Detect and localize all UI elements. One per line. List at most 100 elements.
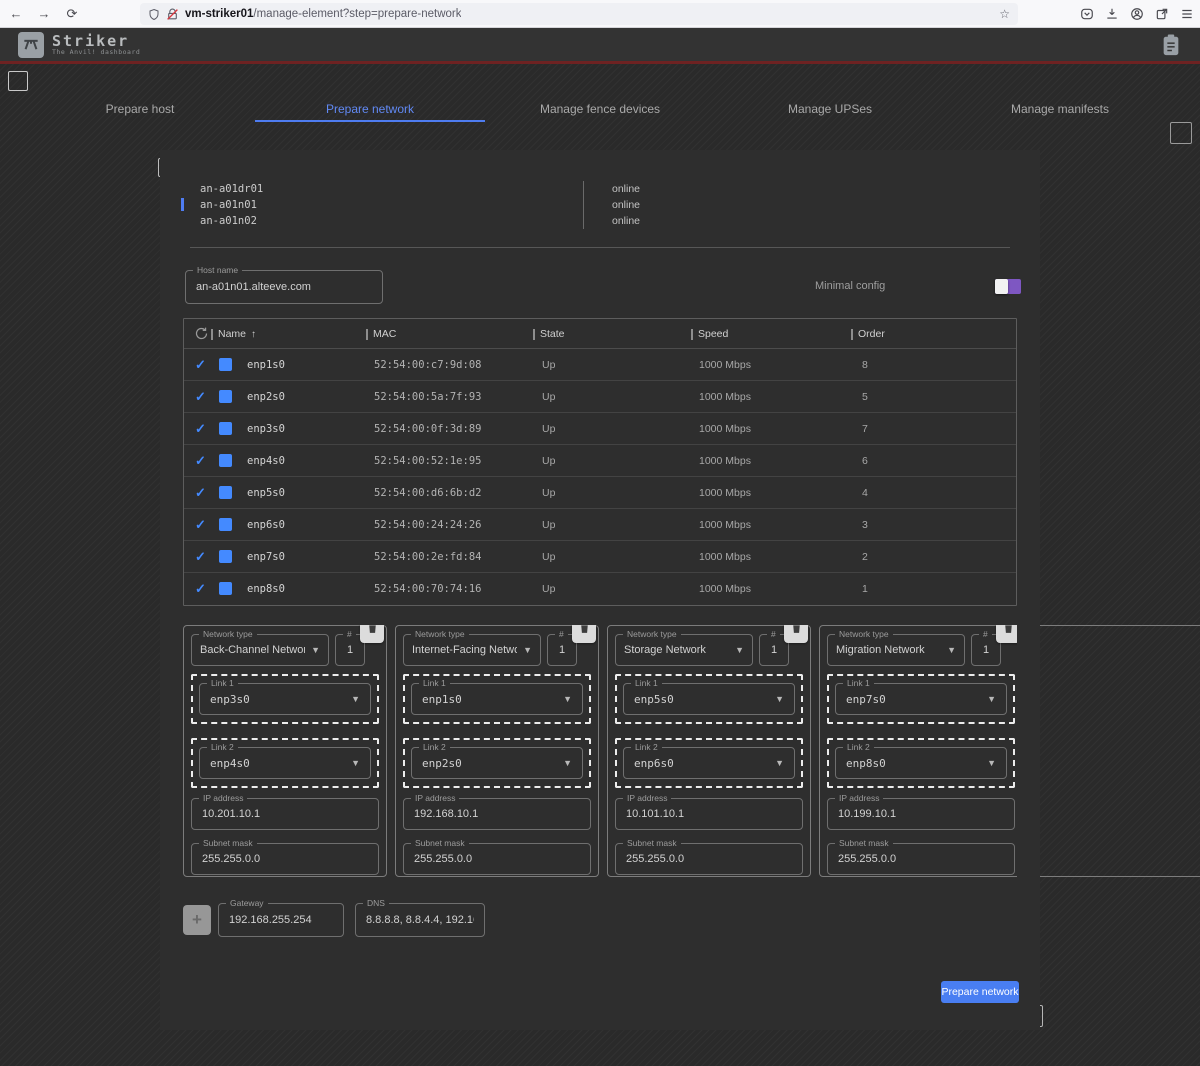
network-type-select[interactable]: Network type Internet-Facing Network ▼ [403,634,541,666]
network-card: Network type Migration Network ▼ # 1 [819,625,1023,877]
column-header-state[interactable]: State [540,328,565,340]
column-header-speed[interactable]: Speed [698,328,728,340]
url-bar[interactable]: vm-striker01/manage-element?step=prepare… [140,3,1018,25]
table-row[interactable]: ✓ enp8s0 52:54:00:70:74:16 Up 1000 Mbps … [184,573,1016,605]
table-row[interactable]: ✓ enp1s0 52:54:00:c7:9d:08 Up 1000 Mbps … [184,349,1016,381]
selected-indicator [181,198,184,211]
table-row[interactable]: ✓ enp7s0 52:54:00:2e:fd:84 Up 1000 Mbps … [184,541,1016,573]
link2-select[interactable]: Link 2 enp2s0 ▼ [411,747,583,779]
dns-field[interactable]: DNS 8.8.8.8, 8.8.4.4, 192.168.255 [355,903,485,937]
ip-address-field[interactable]: IP address 10.201.10.1 [191,798,379,830]
clipboard-icon[interactable] [1158,32,1184,58]
cell-state: Up [542,519,555,531]
step-tab[interactable]: Manage manifests [945,88,1175,122]
network-type-select[interactable]: Network type Back-Channel Network ▼ [191,634,329,666]
link2-select[interactable]: Link 2 enp6s0 ▼ [623,747,795,779]
step-tab[interactable]: Manage UPSes [715,88,945,122]
cell-order: 7 [862,423,868,435]
minimal-config-switch[interactable] [995,279,1021,294]
table-row[interactable]: ✓ enp3s0 52:54:00:0f:3d:89 Up 1000 Mbps … [184,413,1016,445]
step-tab[interactable]: Prepare network [255,88,485,122]
row-checkbox[interactable] [219,550,232,563]
ip-address-field[interactable]: IP address 10.101.10.1 [615,798,803,830]
link1-select[interactable]: Link 1 enp7s0 ▼ [835,683,1007,715]
link2-dropzone[interactable]: Link 2 enp2s0 ▼ [403,738,591,788]
network-type-value: Storage Network [624,644,706,656]
network-type-select[interactable]: Network type Storage Network ▼ [615,634,753,666]
check-icon: ✓ [195,453,206,469]
add-network-button[interactable]: + [183,905,211,935]
link2-dropzone[interactable]: Link 2 enp6s0 ▼ [615,738,803,788]
share-icon[interactable] [1155,7,1169,21]
host-name-field-label: Host name [193,265,242,275]
link1-dropzone[interactable]: Link 1 enp7s0 ▼ [827,674,1015,724]
column-header-mac[interactable]: MAC [373,328,396,340]
subnet-mask-field[interactable]: Subnet mask 255.255.0.0 [191,843,379,875]
step-tab[interactable]: Manage fence devices [485,88,715,122]
download-icon[interactable] [1105,7,1119,21]
host-list-item[interactable]: an-a01n01 online [160,197,1040,213]
ip-address-field[interactable]: IP address 10.199.10.1 [827,798,1015,830]
link1-select[interactable]: Link 1 enp3s0 ▼ [199,683,371,715]
dns-label: DNS [363,898,389,908]
table-row[interactable]: ✓ enp5s0 52:54:00:d6:6b:d2 Up 1000 Mbps … [184,477,1016,509]
cell-mac: 52:54:00:52:1e:95 [374,455,481,467]
network-type-select[interactable]: Network type Migration Network ▼ [827,634,965,666]
delete-network-button[interactable] [360,625,384,643]
row-checkbox[interactable] [219,422,232,435]
ip-address-label: IP address [411,793,459,803]
host-list-item[interactable]: an-a01n02 online [160,213,1040,229]
link2-select[interactable]: Link 2 enp8s0 ▼ [835,747,1007,779]
column-header-order[interactable]: Order [858,328,885,340]
link1-select[interactable]: Link 1 enp5s0 ▼ [623,683,795,715]
link1-value: enp3s0 [210,693,250,706]
reload-icon[interactable]: ⟳ [60,3,84,25]
table-row[interactable]: ✓ enp6s0 52:54:00:24:24:26 Up 1000 Mbps … [184,509,1016,541]
link1-dropzone[interactable]: Link 1 enp5s0 ▼ [615,674,803,724]
link2-dropzone[interactable]: Link 2 enp4s0 ▼ [191,738,379,788]
trash-icon [366,625,379,640]
delete-network-button[interactable] [572,625,596,643]
link2-value: enp2s0 [422,757,462,770]
back-icon[interactable]: ← [4,3,28,25]
row-checkbox[interactable] [219,518,232,531]
link2-value: enp8s0 [846,757,886,770]
link2-select[interactable]: Link 2 enp4s0 ▼ [199,747,371,779]
host-name-field[interactable]: Host name an-a01n01.alteeve.com [185,270,383,304]
striker-logo-icon[interactable] [18,32,44,58]
table-row[interactable]: ✓ enp2s0 52:54:00:5a:7f:93 Up 1000 Mbps … [184,381,1016,413]
link1-dropzone[interactable]: Link 1 enp1s0 ▼ [403,674,591,724]
cell-state: Up [542,455,555,467]
step-tab[interactable]: Prepare host [25,88,255,122]
ip-address-field[interactable]: IP address 192.168.10.1 [403,798,591,830]
gateway-field[interactable]: Gateway 192.168.255.254 [218,903,344,937]
menu-icon[interactable] [1180,7,1194,21]
host-list-item[interactable]: an-a01dr01 online [160,181,1040,197]
pocket-icon[interactable] [1080,7,1094,21]
caret-down-icon: ▼ [769,758,784,768]
account-icon[interactable] [1130,7,1144,21]
subnet-mask-value: 255.255.0.0 [202,853,260,865]
subnet-mask-field[interactable]: Subnet mask 255.255.0.0 [403,843,591,875]
row-checkbox[interactable] [219,486,232,499]
column-header-name[interactable]: Name↑ [218,328,256,340]
link1-select[interactable]: Link 1 enp1s0 ▼ [411,683,583,715]
sync-icon[interactable] [194,326,209,346]
subnet-mask-field[interactable]: Subnet mask 255.255.0.0 [827,843,1015,875]
row-checkbox[interactable] [219,358,232,371]
link1-dropzone[interactable]: Link 1 enp3s0 ▼ [191,674,379,724]
shield-icon[interactable] [148,8,160,21]
forward-icon[interactable]: → [32,3,56,25]
bookmark-star-icon[interactable]: ☆ [999,7,1010,21]
link2-dropzone[interactable]: Link 2 enp8s0 ▼ [827,738,1015,788]
prepare-network-button[interactable]: Prepare network [941,981,1019,1003]
subnet-mask-field[interactable]: Subnet mask 255.255.0.0 [615,843,803,875]
network-type-label: Network type [835,629,893,639]
table-row[interactable]: ✓ enp4s0 52:54:00:52:1e:95 Up 1000 Mbps … [184,445,1016,477]
row-checkbox[interactable] [219,454,232,467]
insecure-lock-icon[interactable] [166,8,179,21]
row-checkbox[interactable] [219,390,232,403]
row-checkbox[interactable] [219,582,232,595]
delete-network-button[interactable] [784,625,808,643]
cell-order: 2 [862,551,868,563]
